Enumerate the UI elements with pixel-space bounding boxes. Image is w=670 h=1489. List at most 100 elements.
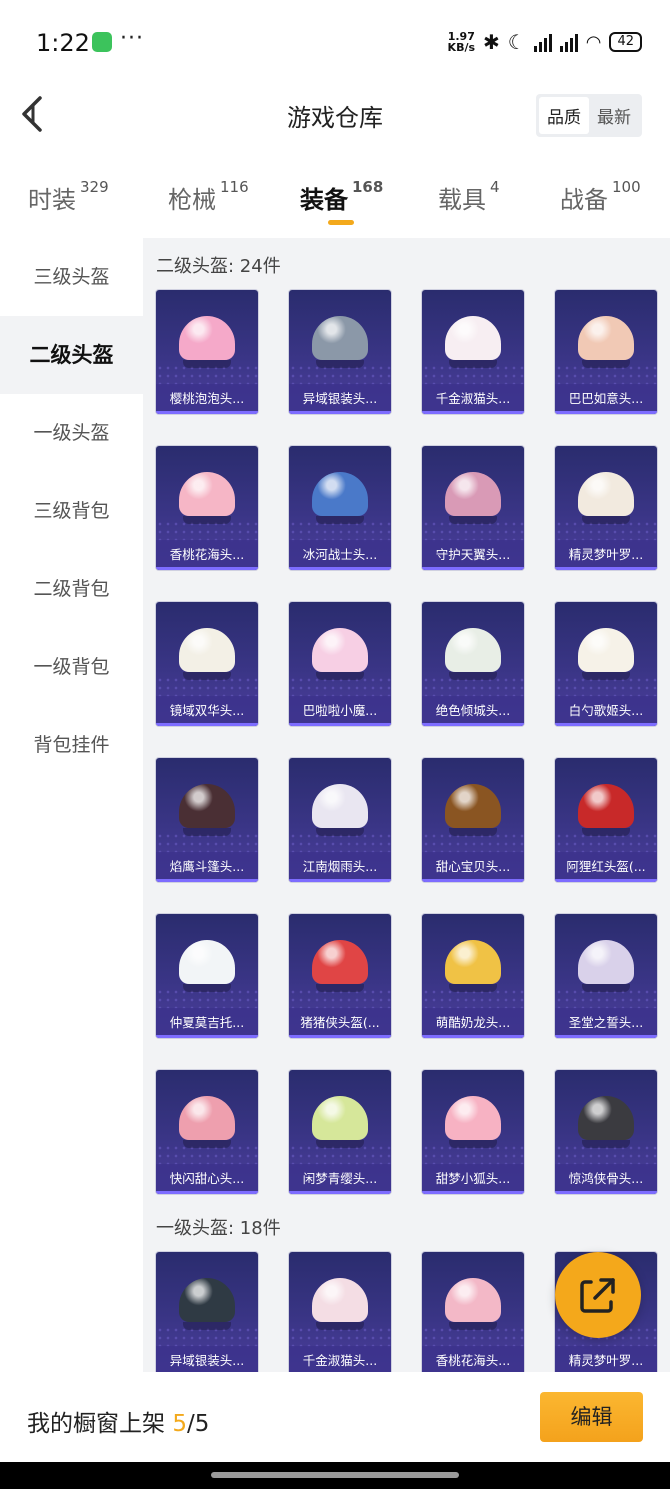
helmet-card[interactable]: 异域银装头... (156, 1252, 258, 1372)
sidebar-item-level3-helmet[interactable]: 三级头盔 (0, 238, 143, 316)
helmet-card[interactable]: 白勺歌姬头... (555, 602, 657, 726)
tab-firearms[interactable]: 枪械 116 (168, 178, 249, 215)
helmet-name: 甜心宝贝头... (422, 852, 524, 882)
sidebar: 三级头盔 二级头盔 一级头盔 三级背包 二级背包 一级背包 背包挂件 (0, 238, 143, 1372)
tab-equipment[interactable]: 装备 168 (300, 178, 383, 215)
helmet-name: 江南烟雨头... (289, 852, 391, 882)
signal-icon (533, 32, 552, 52)
edit-button[interactable]: 编辑 (540, 1392, 643, 1442)
sidebar-item-level1-backpack[interactable]: 一级背包 (0, 628, 143, 706)
helmet-card[interactable]: 樱桃泡泡头... (156, 290, 258, 414)
helmet-name: 惊鸿侠骨头... (555, 1164, 657, 1194)
helmet-icon (578, 472, 634, 524)
tab-supplies[interactable]: 战备 100 (560, 178, 641, 215)
helmet-card[interactable]: 阿狸红头盔(... (555, 758, 657, 882)
sidebar-item-level3-backpack[interactable]: 三级背包 (0, 472, 143, 550)
tab-fashion[interactable]: 时装 329 (28, 178, 109, 215)
helmet-name: 香桃花海头... (156, 540, 258, 570)
helmet-card[interactable]: 闲梦青缨头... (289, 1070, 391, 1194)
rarity-bar (289, 411, 391, 414)
helmet-card[interactable]: 甜心宝贝头... (422, 758, 524, 882)
helmet-icon (179, 316, 235, 368)
helmet-card[interactable]: 香桃花海头... (422, 1252, 524, 1372)
helmet-name: 香桃花海头... (422, 1346, 524, 1372)
helmet-name: 镜域双华头... (156, 696, 258, 726)
helmet-card[interactable]: 镜域双华头... (156, 602, 258, 726)
helmet-name: 异域银装头... (289, 384, 391, 414)
helmet-icon (445, 628, 501, 680)
helmet-card[interactable]: 巴巴如意头... (555, 290, 657, 414)
wifi-icon: ◠ (585, 31, 602, 53)
helmet-card[interactable]: 惊鸿侠骨头... (555, 1070, 657, 1194)
system-nav-bar (0, 1462, 670, 1489)
status-time: 1:22 (36, 29, 90, 57)
helmet-name: 猪猪侠头盔(... (289, 1008, 391, 1038)
home-indicator[interactable] (211, 1472, 459, 1478)
more-notifications-icon: ··· (120, 26, 144, 51)
rarity-bar (422, 723, 524, 726)
helmet-card[interactable]: 猪猪侠头盔(... (289, 914, 391, 1038)
sort-newest-button[interactable]: 最新 (589, 97, 639, 134)
rarity-bar (422, 411, 524, 414)
status-bar: 1:22 ··· 1.97 KB/s ✱ ☾ ◠ 42 (0, 0, 670, 88)
sidebar-item-backpack-charm[interactable]: 背包挂件 (0, 706, 143, 784)
rarity-bar (289, 1191, 391, 1194)
helmet-card[interactable]: 圣堂之誓头... (555, 914, 657, 1038)
rarity-bar (555, 1035, 657, 1038)
sidebar-item-level1-helmet[interactable]: 一级头盔 (0, 394, 143, 472)
helmet-icon (312, 628, 368, 680)
helmet-name: 阿狸红头盔(... (555, 852, 657, 882)
helmet-card[interactable]: 绝色倾城头... (422, 602, 524, 726)
helmet-icon (312, 1278, 368, 1330)
helmet-name: 焰鹰斗篷头... (156, 852, 258, 882)
sort-quality-button[interactable]: 品质 (539, 97, 589, 134)
showcase-status: 我的橱窗上架 5/5 (27, 1411, 210, 1437)
item-grid: 二级头盔: 24件 樱桃泡泡头... 异域银装头... 千金淑猫头... 巴巴如意头..… (143, 238, 670, 1372)
rarity-bar (156, 567, 258, 570)
helmet-name: 快闪甜心头... (156, 1164, 258, 1194)
rarity-bar (289, 1035, 391, 1038)
header: 游戏仓库 品质 最新 (0, 88, 670, 160)
helmet-card[interactable]: 快闪甜心头... (156, 1070, 258, 1194)
bluetooth-icon: ✱ (483, 30, 500, 54)
helmet-card[interactable]: 萌酷奶龙头... (422, 914, 524, 1038)
helmet-card[interactable]: 精灵梦叶罗... (555, 446, 657, 570)
helmet-name: 精灵梦叶罗... (555, 1346, 657, 1372)
helmet-card[interactable]: 仲夏莫吉托... (156, 914, 258, 1038)
helmet-icon (445, 784, 501, 836)
share-button[interactable] (555, 1252, 641, 1338)
helmet-icon (445, 472, 501, 524)
rarity-bar (555, 567, 657, 570)
sidebar-item-level2-backpack[interactable]: 二级背包 (0, 550, 143, 628)
helmet-icon (578, 316, 634, 368)
helmet-card[interactable]: 香桃花海头... (156, 446, 258, 570)
rarity-bar (555, 411, 657, 414)
helmet-icon (312, 940, 368, 992)
moon-icon: ☾ (507, 30, 526, 54)
helmet-name: 圣堂之誓头... (555, 1008, 657, 1038)
helmet-name: 守护天翼头... (422, 540, 524, 570)
share-export-icon (580, 1278, 615, 1313)
helmet-card[interactable]: 异域银装头... (289, 290, 391, 414)
tab-vehicles[interactable]: 载具 4 (438, 178, 500, 215)
helmet-card[interactable]: 焰鹰斗篷头... (156, 758, 258, 882)
section-title: 一级头盔: 18件 (156, 1218, 281, 1239)
helmet-icon (445, 940, 501, 992)
helmet-icon (445, 1096, 501, 1148)
helmet-card[interactable]: 巴啦啦小魔... (289, 602, 391, 726)
helmet-icon (312, 316, 368, 368)
helmet-name: 萌酷奶龙头... (422, 1008, 524, 1038)
helmet-name: 巴啦啦小魔... (289, 696, 391, 726)
helmet-icon (312, 1096, 368, 1148)
helmet-card[interactable]: 冰河战士头... (289, 446, 391, 570)
rarity-bar (422, 879, 524, 882)
helmet-card[interactable]: 守护天翼头... (422, 446, 524, 570)
bottom-bar: 我的橱窗上架 5/5 编辑 (0, 1372, 670, 1462)
helmet-card[interactable]: 千金淑猫头... (289, 1252, 391, 1372)
helmet-card[interactable]: 江南烟雨头... (289, 758, 391, 882)
rarity-bar (156, 723, 258, 726)
helmet-icon (179, 1096, 235, 1148)
sidebar-item-level2-helmet[interactable]: 二级头盔 (0, 316, 143, 394)
helmet-card[interactable]: 甜梦小狐头... (422, 1070, 524, 1194)
helmet-card[interactable]: 千金淑猫头... (422, 290, 524, 414)
